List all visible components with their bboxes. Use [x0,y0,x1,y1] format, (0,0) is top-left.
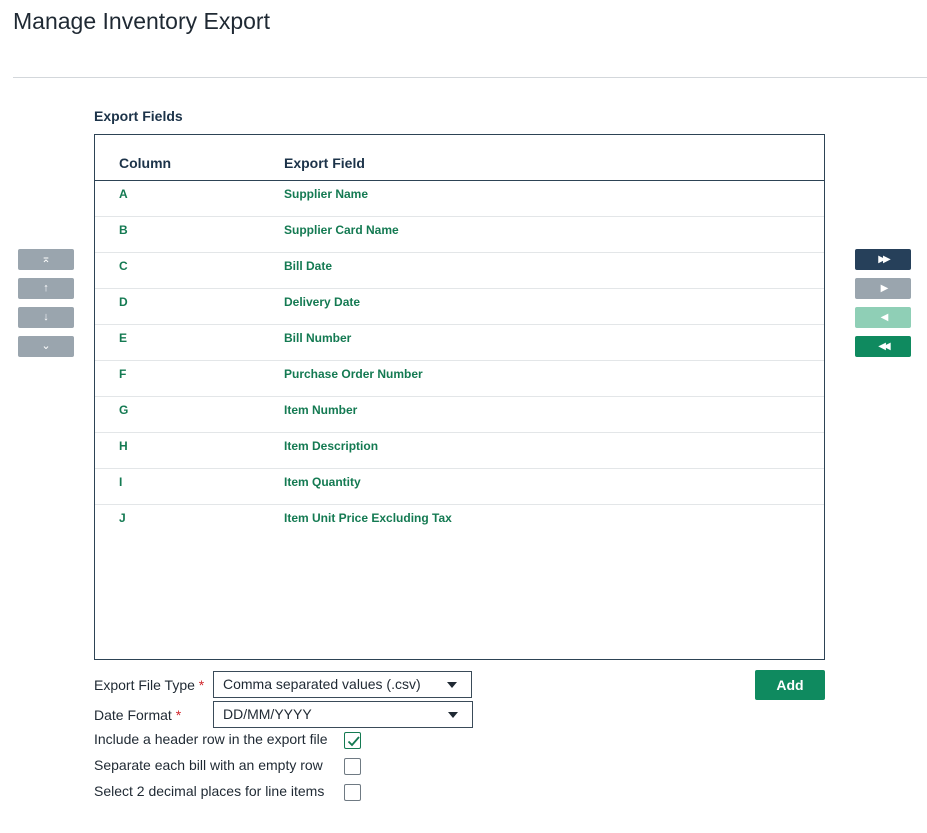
table-row[interactable]: H Item Description [95,433,824,469]
table-row[interactable]: A Supplier Name [95,181,824,217]
title-divider [13,77,927,78]
row-field: Item Unit Price Excluding Tax [284,511,452,525]
date-format-label-text: Date Format [94,707,172,723]
move-down-icon: ↓ [43,311,49,323]
move-right-icon: ▶ [880,282,889,294]
decimal-places-label: Select 2 decimal places for line items [94,783,325,799]
export-file-type-value: Comma separated values (.csv) [223,676,421,692]
table-row[interactable]: E Bill Number [95,325,824,361]
row-column: J [119,511,126,525]
decimal-places-checkbox[interactable] [344,784,361,801]
row-field: Delivery Date [284,295,361,309]
move-all-right-button[interactable]: ▶▶ [855,249,911,270]
row-field: Supplier Card Name [284,223,399,237]
move-left-icon: ◀ [880,311,889,323]
date-format-select[interactable]: DD/MM/YYYY [213,701,473,728]
table-row[interactable]: C Bill Date [95,253,824,289]
move-down-button[interactable]: ↓ [18,307,74,328]
header-row-label: Include a header row in the export file [94,731,328,747]
header-row-checkbox[interactable] [344,732,361,749]
row-column: B [119,223,128,237]
row-column: D [119,295,128,309]
table-row[interactable]: D Delivery Date [95,289,824,325]
move-to-top-icon: ⌅ [41,253,51,265]
chevron-down-icon [448,712,458,718]
move-to-bottom-icon: ⌄ [41,340,51,352]
table-row[interactable]: F Purchase Order Number [95,361,824,397]
row-field: Purchase Order Number [284,367,423,381]
row-column: F [119,367,127,381]
table-row[interactable]: I Item Quantity [95,469,824,505]
export-fields-label: Export Fields [94,108,183,124]
empty-row-checkbox[interactable] [344,758,361,775]
export-file-type-label-text: Export File Type [94,677,195,693]
row-field: Item Number [284,403,358,417]
row-field: Item Description [284,439,379,453]
row-field: Bill Number [284,331,352,345]
move-to-bottom-button[interactable]: ⌄ [18,336,74,357]
export-file-type-label: Export File Type * [94,677,204,693]
add-button[interactable]: Add [755,670,825,700]
row-column: C [119,259,128,273]
move-to-top-button[interactable]: ⌅ [18,249,74,270]
required-mark: * [198,677,205,693]
row-column: G [119,403,129,417]
table-header: Column Export Field [95,135,824,181]
row-field: Bill Date [284,259,333,273]
export-file-type-select[interactable]: Comma separated values (.csv) [213,671,472,698]
page-title: Manage Inventory Export [13,8,270,34]
required-mark: * [175,707,182,723]
chevron-down-icon [447,682,457,688]
table-row[interactable]: G Item Number [95,397,824,433]
table-row[interactable]: J Item Unit Price Excluding Tax [95,505,824,541]
move-all-left-icon: ◀◀ [878,340,891,352]
row-column: E [119,331,128,345]
move-up-icon: ↑ [43,282,49,294]
export-fields-table: Column Export Field A Supplier Name B Su… [94,134,825,660]
date-format-label: Date Format * [94,707,181,723]
row-column: H [119,439,128,453]
move-right-button[interactable]: ▶ [855,278,911,299]
move-up-button[interactable]: ↑ [18,278,74,299]
export-field-header: Export Field [284,155,365,171]
table-row[interactable]: B Supplier Card Name [95,217,824,253]
check-icon [347,736,360,747]
move-all-right-icon: ▶▶ [878,253,891,265]
row-field: Item Quantity [284,475,361,489]
empty-row-label: Separate each bill with an empty row [94,757,323,773]
row-column: I [119,475,123,489]
move-left-button[interactable]: ◀ [855,307,911,328]
column-header: Column [119,155,172,171]
date-format-value: DD/MM/YYYY [223,706,312,722]
row-field: Supplier Name [284,187,369,201]
row-column: A [119,187,128,201]
move-all-left-button[interactable]: ◀◀ [855,336,911,357]
